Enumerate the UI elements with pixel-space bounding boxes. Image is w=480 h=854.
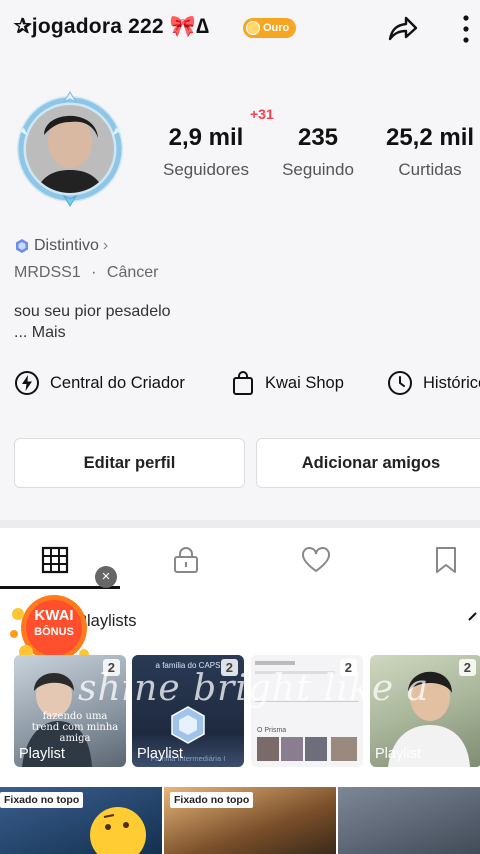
badge-link[interactable]: Distintivo › (14, 237, 108, 255)
chevron-right-icon: › (102, 237, 109, 254)
tab-saved[interactable] (434, 546, 462, 574)
badge-label: Distintivo (34, 237, 99, 254)
grid-icon (41, 546, 69, 574)
kwai-bonus-line2: BÔNUS (34, 626, 74, 638)
edit-profile-button[interactable]: Editar perfil (14, 438, 245, 488)
bookmark-icon (436, 547, 456, 573)
stat-value: 25,2 mil (385, 124, 475, 151)
stat-following[interactable]: 235 Seguindo (270, 124, 366, 180)
coin-icon (246, 21, 260, 35)
stat-value: 2,9 mil (168, 124, 244, 151)
pinned-tag: Fixado no topo (0, 792, 84, 808)
section-divider (0, 520, 480, 528)
playlist-label: Playlist (375, 746, 421, 762)
clock-icon (388, 371, 412, 395)
zodiac-sign: Câncer (106, 264, 159, 281)
tool-kwai-shop[interactable]: Kwai Shop (231, 370, 344, 396)
pinned-video[interactable]: Fixado no topo (164, 787, 336, 854)
lock-icon (174, 547, 198, 573)
playlist-emblem-icon (171, 706, 205, 744)
profile-username: ✰jogadora 222 🎀∆ (14, 15, 210, 38)
bolt-icon (15, 371, 39, 395)
profile-meta: MRDSS1 · Câncer (14, 264, 159, 282)
kwai-bonus-button[interactable]: KWAI BÔNUS (8, 592, 96, 664)
meta-separator: · (91, 264, 97, 281)
level-badge-label: Ouro (263, 22, 290, 34)
playlist-count: 2 (458, 659, 476, 676)
close-icon[interactable]: × (95, 566, 117, 588)
stat-value: 235 (297, 124, 339, 151)
share-icon (388, 16, 418, 41)
overlay-caption: shine bright like a (78, 668, 430, 709)
profile-id: MRDSS1 (14, 264, 81, 281)
tab-grid[interactable] (41, 546, 69, 574)
playlist-caption: fazendo uma trend com minha amiga (31, 711, 119, 744)
tool-history[interactable]: Histórico (387, 370, 480, 396)
bio-more-link[interactable]: ... Mais (14, 324, 66, 342)
tool-label: Kwai Shop (265, 373, 344, 392)
tab-private[interactable] (172, 546, 200, 574)
stat-label: Seguindo (282, 160, 354, 179)
video-tile[interactable] (338, 787, 480, 854)
add-friends-button[interactable]: Adicionar amigos (256, 438, 480, 488)
tool-label: Central do Criador (50, 373, 185, 392)
kwai-bonus-line1: KWAI (34, 607, 74, 624)
bio-text: sou seu pior pesadelo (14, 303, 171, 320)
playlist-label: Playlist (19, 746, 65, 762)
tab-liked[interactable] (301, 546, 330, 574)
avatar[interactable] (14, 90, 126, 208)
pinned-video[interactable]: Fixado no topo (0, 787, 162, 854)
chevron-up-icon[interactable] (468, 610, 480, 624)
tool-label: Histórico (423, 373, 480, 392)
pinned-tag: Fixado no topo (170, 792, 254, 808)
stat-likes[interactable]: 25,2 mil Curtidas (378, 124, 480, 180)
playlist-caption: O Prisma (257, 727, 287, 734)
stat-followers[interactable]: 2,9 mil Seguidores (150, 124, 262, 180)
level-badge[interactable]: Ouro (243, 18, 297, 38)
playlist-label: Playlist (137, 746, 183, 762)
content-tabs (0, 528, 480, 590)
bag-icon (233, 371, 253, 395)
tool-creator-center[interactable]: Central do Criador (14, 370, 185, 396)
more-vertical-icon (463, 15, 469, 43)
stat-label: Seguidores (162, 160, 249, 179)
heart-icon (302, 547, 330, 573)
stat-label: Curtidas (398, 160, 462, 179)
avatar-frame-icon (17, 91, 123, 207)
more-options-button[interactable] (456, 12, 476, 46)
share-button[interactable] (382, 12, 420, 46)
badge-hexagon-icon (16, 239, 28, 253)
followers-delta-badge: +31 (250, 106, 274, 122)
